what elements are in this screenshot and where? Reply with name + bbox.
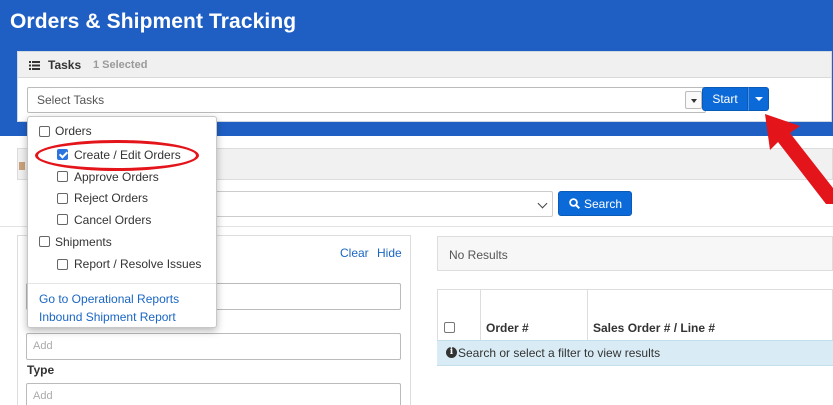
tasks-panel-heading: Tasks 1 Selected: [18, 52, 831, 78]
hide-filters-link[interactable]: Hide: [377, 246, 402, 260]
type-filter-label: Type: [27, 363, 55, 377]
select-tasks-placeholder: Select Tasks: [37, 93, 105, 107]
dropdown-item-shipments[interactable]: Shipments: [55, 235, 112, 249]
start-button[interactable]: Start: [702, 87, 748, 111]
column-separator: [587, 289, 588, 340]
results-status-text: No Results: [449, 248, 508, 262]
search-button[interactable]: Search: [558, 191, 632, 216]
select-tasks-caret-icon[interactable]: [685, 91, 702, 109]
page-title: Orders & Shipment Tracking: [10, 10, 297, 33]
dropdown-item-report-resolve-issues[interactable]: Report / Resolve Issues: [74, 257, 201, 271]
search-filter-select[interactable]: [205, 191, 553, 217]
search-panel-icon: [19, 162, 25, 170]
shipments-checkbox[interactable]: [39, 236, 50, 247]
report-resolve-issues-checkbox[interactable]: [57, 259, 68, 270]
operational-reports-link[interactable]: Go to Operational Reports: [39, 292, 179, 306]
orders-checkbox[interactable]: [39, 126, 50, 137]
tasks-panel: Tasks 1 Selected Select Tasks Start: [17, 51, 832, 122]
dropdown-item-cancel-orders[interactable]: Cancel Orders: [74, 213, 151, 227]
select-tasks-dropdown[interactable]: Select Tasks: [27, 87, 706, 113]
column-separator: [480, 289, 481, 340]
dropdown-divider: [28, 283, 216, 284]
results-status-bar: No Results: [437, 236, 833, 271]
type-filter-field[interactable]: Add: [26, 383, 401, 405]
inbound-shipment-report-link[interactable]: Inbound Shipment Report: [39, 310, 176, 324]
results-hint-text: Search or select a filter to view result…: [458, 346, 661, 360]
reject-orders-checkbox[interactable]: [57, 193, 68, 204]
info-icon: i: [446, 347, 457, 358]
clear-filters-link[interactable]: Clear: [340, 246, 369, 260]
search-icon: [569, 198, 580, 209]
highlight-annotation: [35, 140, 199, 171]
dropdown-item-approve-orders[interactable]: Approve Orders: [74, 170, 159, 184]
column-header-sales-order[interactable]: Sales Order # / Line #: [593, 321, 715, 335]
dropdown-item-orders[interactable]: Orders: [55, 124, 92, 138]
approve-orders-checkbox[interactable]: [57, 171, 68, 182]
filter-field-placeholder: Add: [33, 340, 53, 352]
cancel-orders-checkbox[interactable]: [57, 214, 68, 225]
tasks-selected-count: 1 Selected: [93, 59, 148, 71]
dropdown-item-reject-orders[interactable]: Reject Orders: [74, 191, 148, 205]
select-all-checkbox[interactable]: [444, 322, 455, 333]
tasks-list-icon: [29, 61, 40, 70]
filter-field-2[interactable]: Add: [26, 333, 401, 360]
type-filter-placeholder: Add: [33, 390, 53, 402]
column-header-order[interactable]: Order #: [486, 321, 529, 335]
tasks-heading-label: Tasks: [48, 58, 82, 72]
chevron-down-icon[interactable]: [537, 198, 548, 209]
search-button-label: Search: [584, 197, 623, 211]
red-arrow-annotation: [765, 114, 833, 204]
